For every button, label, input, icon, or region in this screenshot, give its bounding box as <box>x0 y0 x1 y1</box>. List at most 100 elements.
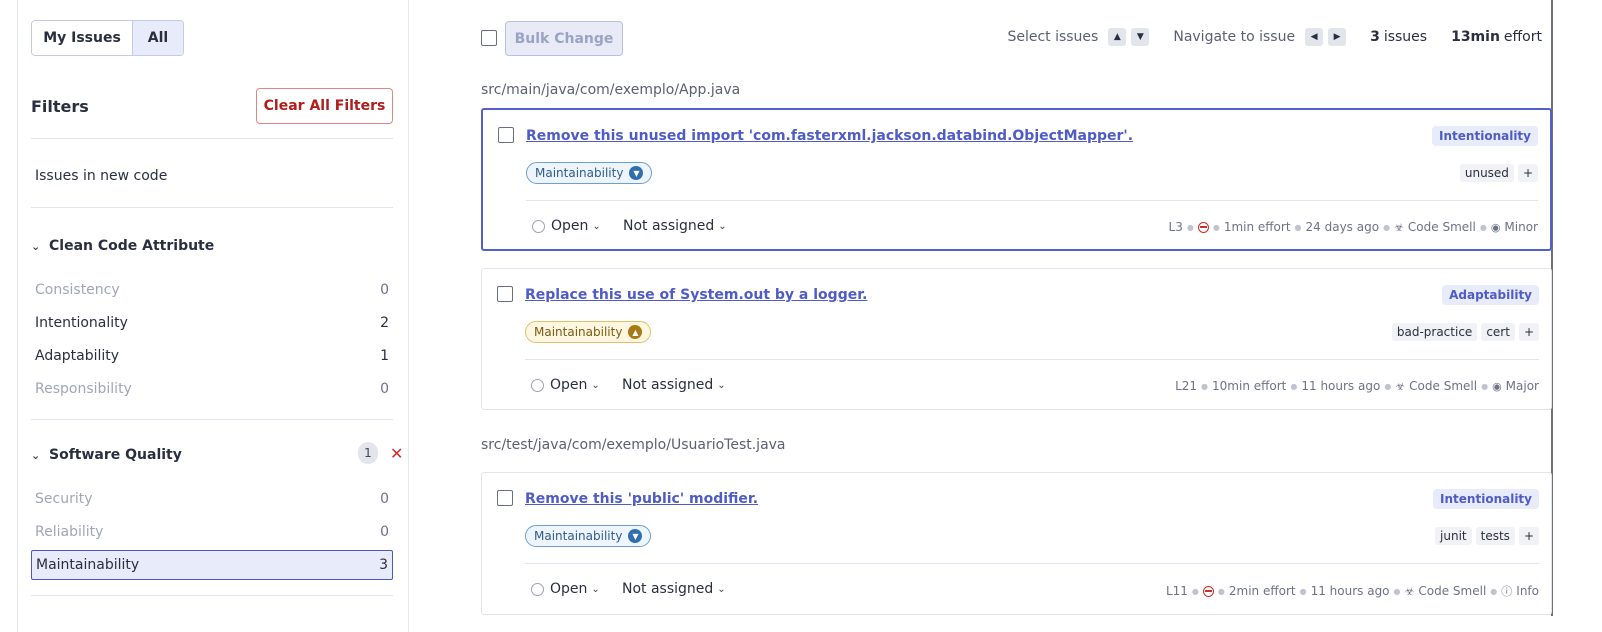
issues-count: 3 <box>1370 29 1380 45</box>
select-issues-hint: Select issues <box>1007 29 1099 45</box>
facet-item-count: 2 <box>380 315 389 331</box>
facet-title: Software Quality <box>49 447 182 463</box>
clean-code-facet-header[interactable]: ⌄ Clean Code Attribute <box>31 238 393 254</box>
facet-item-count: 0 <box>380 524 389 540</box>
status-circle-icon <box>531 582 544 596</box>
clean-code-attribute-badge: Adaptability <box>1442 285 1539 305</box>
issues-toolbar: Select issues ▲ ▼ Navigate to issue ◀ ▶ … <box>1007 28 1542 46</box>
arrow-up-icon: ▲ <box>1108 28 1127 46</box>
arrow-down-icon: ▼ <box>1131 28 1150 46</box>
issue-type: Code Smell <box>1418 584 1487 598</box>
assignee-dropdown[interactable]: Not assigned ⌄ <box>622 581 726 597</box>
software-quality-facet-header[interactable]: ⌄ Software Quality <box>31 447 393 463</box>
facet-item-consistency[interactable]: Consistency 0 <box>31 276 393 304</box>
issue-age: 11 hours ago <box>1301 379 1381 393</box>
my-issues-button[interactable]: My Issues <box>32 21 133 55</box>
software-quality-pill[interactable]: Maintainability ▲ <box>525 321 652 343</box>
status-circle-icon <box>532 219 545 233</box>
facet-item-security[interactable]: Security 0 <box>31 485 393 513</box>
facet-item-label: Maintainability <box>36 557 140 573</box>
chevron-down-icon: ⌄ <box>591 379 600 391</box>
severity-major-icon: ◉ <box>1492 379 1502 393</box>
navigate-issue-hint: Navigate to issue <box>1173 29 1296 45</box>
issue-checkbox[interactable] <box>498 127 514 143</box>
facet-item-intentionality[interactable]: Intentionality 2 <box>31 309 393 337</box>
issue-checkbox[interactable] <box>497 286 513 302</box>
severity-medium-icon: ▲ <box>628 325 643 339</box>
facet-item-reliability[interactable]: Reliability 0 <box>31 518 393 546</box>
file-path: src/main/java/com/exemplo/App.java <box>481 82 741 98</box>
new-code-filter[interactable]: Issues in new code <box>35 168 167 184</box>
facet-item-label: Intentionality <box>35 315 128 331</box>
tags[interactable]: junit tests + <box>1435 527 1539 545</box>
line-number[interactable]: L3 <box>1169 220 1183 234</box>
tag: junit <box>1435 527 1472 545</box>
assignee-label: Not assigned <box>622 377 714 393</box>
facet-item-label: Adaptability <box>35 348 120 364</box>
clean-code-attribute-badge: Intentionality <box>1433 489 1539 509</box>
tag: tests <box>1475 527 1515 545</box>
divider <box>31 419 393 420</box>
add-tag-button[interactable]: + <box>1517 164 1538 182</box>
tags[interactable]: unused + <box>1459 164 1538 182</box>
divider <box>526 200 1538 201</box>
divider <box>525 563 1539 564</box>
facet-item-count: 0 <box>380 491 389 507</box>
facet-item-count: 0 <box>380 282 389 298</box>
issue-card[interactable]: Replace this use of System.out by a logg… <box>481 268 1552 410</box>
issue-title-link[interactable]: Remove this unused import 'com.fasterxml… <box>526 128 1133 144</box>
severity-minor-icon: ◉ <box>1490 220 1501 234</box>
issue-card[interactable]: Remove this 'public' modifier. Intention… <box>481 472 1552 615</box>
select-all-checkbox[interactable] <box>481 30 497 46</box>
facet-item-maintainability[interactable]: Maintainability 3 <box>31 550 393 580</box>
assignee-label: Not assigned <box>622 581 714 597</box>
issue-severity: Minor <box>1504 220 1538 234</box>
software-quality-pill[interactable]: Maintainability ▼ <box>526 162 653 184</box>
facet-item-label: Consistency <box>35 282 120 298</box>
clean-code-attribute-badge: Intentionality <box>1432 126 1538 146</box>
file-path: src/test/java/com/exemplo/UsuarioTest.ja… <box>481 437 786 453</box>
total-effort-label: effort <box>1503 29 1542 45</box>
issue-title-link[interactable]: Replace this use of System.out by a logg… <box>525 287 867 303</box>
all-issues-button[interactable]: All <box>133 21 183 55</box>
tag: cert <box>1481 323 1515 341</box>
assignee-label: Not assigned <box>623 218 715 234</box>
status-dropdown[interactable]: Open ⌄ <box>531 581 600 597</box>
software-quality-label: Maintainability <box>535 166 624 180</box>
facet-item-adaptability[interactable]: Adaptability 1 <box>31 342 393 370</box>
issue-meta: L3 ● ● 1min effort ● 24 days ago ● ☣ Code S… <box>1168 220 1538 234</box>
tag: unused <box>1459 164 1514 182</box>
issues-label: issues <box>1383 29 1428 45</box>
status-dropdown[interactable]: Open ⌄ <box>532 218 601 234</box>
add-tag-button[interactable]: + <box>1518 323 1539 341</box>
arrow-right-icon: ▶ <box>1328 28 1347 46</box>
status-label: Open <box>550 377 588 393</box>
tags[interactable]: bad-practice cert + <box>1391 323 1539 341</box>
filters-sidebar: My Issues All Filters Clear All Filters … <box>17 0 409 632</box>
severity-low-icon: ▼ <box>628 529 643 543</box>
clear-facet-icon[interactable]: ✕ <box>390 444 403 463</box>
facet-item-responsibility[interactable]: Responsibility 0 <box>31 375 393 403</box>
software-quality-pill[interactable]: Maintainability ▼ <box>525 525 652 547</box>
effort: 1min effort <box>1223 220 1291 234</box>
assignee-dropdown[interactable]: Not assigned ⌄ <box>622 377 726 393</box>
add-tag-button[interactable]: + <box>1518 527 1539 545</box>
bulk-change-button[interactable]: Bulk Change <box>505 21 623 56</box>
issue-checkbox[interactable] <box>497 490 513 506</box>
status-label: Open <box>550 581 588 597</box>
line-number[interactable]: L11 <box>1166 584 1188 598</box>
issue-card[interactable]: Remove this unused import 'com.fasterxml… <box>481 108 1552 251</box>
status-dropdown[interactable]: Open ⌄ <box>531 377 600 393</box>
line-number[interactable]: L21 <box>1175 379 1197 393</box>
issue-type: Code Smell <box>1409 379 1478 393</box>
code-smell-icon: ☣ <box>1394 220 1404 234</box>
divider <box>31 138 393 139</box>
issue-title-link[interactable]: Remove this 'public' modifier. <box>525 491 758 507</box>
assignee-dropdown[interactable]: Not assigned ⌄ <box>623 218 727 234</box>
effort: 10min effort <box>1212 379 1287 393</box>
facet-item-count: 3 <box>379 557 388 573</box>
clear-all-filters-button[interactable]: Clear All Filters <box>256 88 393 124</box>
divider <box>525 359 1539 360</box>
status-label: Open <box>551 218 589 234</box>
facet-item-label: Security <box>35 491 93 507</box>
